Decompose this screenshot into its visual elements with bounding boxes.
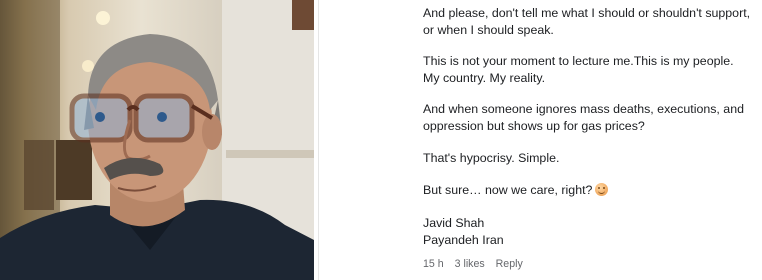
signature-name: Javid Shah [423, 216, 485, 230]
comment-paragraph: But sure… now we care, right? [423, 183, 593, 197]
comment-likes-count[interactable]: 3 likes [455, 256, 485, 273]
comment-signature: Javid Shah Payandeh Iran [423, 215, 753, 248]
comment-meta: 15 h 3 likes Reply [423, 256, 523, 273]
comment-body: And please, don't tell me what I should … [423, 0, 758, 280]
comment-paragraph: And when someone ignores mass deaths, ex… [423, 102, 744, 133]
grinning-face-with-sweat-icon [595, 183, 609, 196]
comment-paragraph: That's hypocrisy. Simple. [423, 151, 560, 165]
signature-slogan: Payandeh Iran [423, 232, 504, 247]
panel-divider [318, 0, 319, 280]
comment-paragraph-with-emoji: But sure… now we care, right? [423, 182, 753, 199]
comment-paragraph: And please, don't tell me what I should … [423, 6, 751, 37]
video-thumbnail[interactable] [0, 0, 314, 280]
comment-paragraph: This is not your moment to lecture me.Th… [423, 54, 734, 85]
video-frame-illustration [0, 0, 314, 280]
reply-button[interactable]: Reply [496, 256, 523, 273]
comment-timestamp[interactable]: 15 h [423, 256, 444, 273]
